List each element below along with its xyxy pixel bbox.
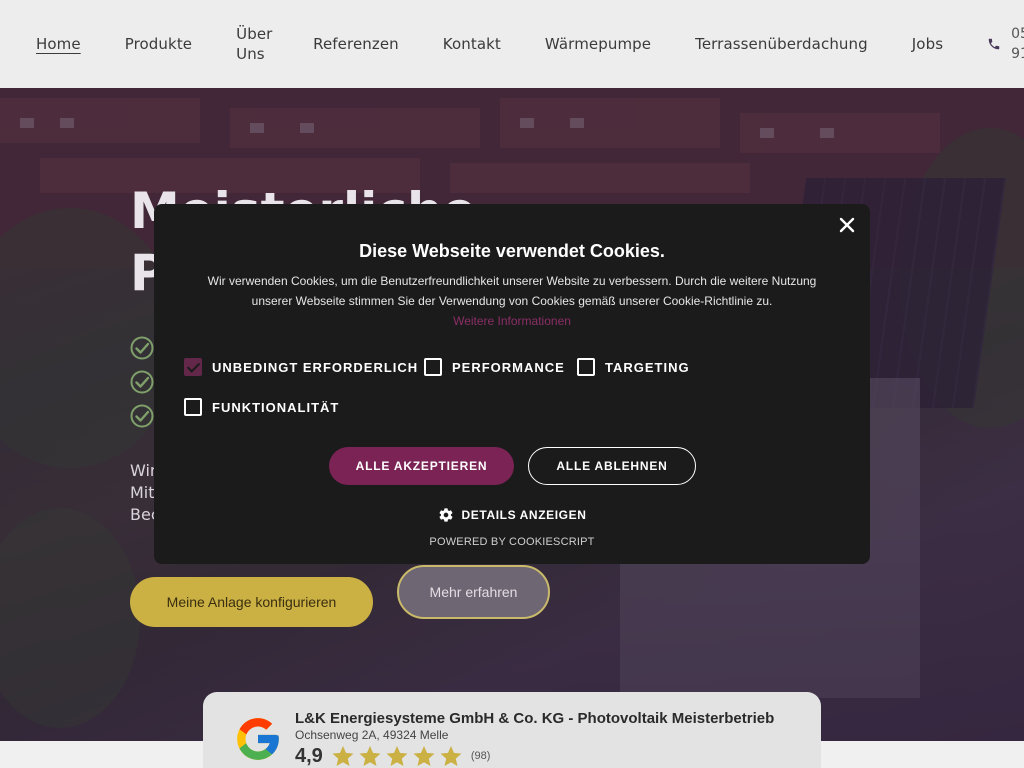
review-body: L&K Energiesysteme GmbH & Co. KG - Photo… (295, 710, 774, 768)
check-icon (130, 370, 154, 394)
checkbox-targeting[interactable]: TARGETING (577, 358, 690, 376)
star-icon (413, 746, 435, 766)
checkbox-necessary-box[interactable] (184, 358, 202, 376)
company-name: L&K Energiesysteme GmbH & Co. KG - Photo… (295, 710, 775, 727)
checkbox-necessary[interactable]: UNBEDINGT ERFORDERLICH (184, 358, 418, 376)
google-logo-icon (237, 718, 279, 760)
nav-referenzen[interactable]: Referenzen (313, 35, 399, 53)
checkbox-performance[interactable]: PERFORMANCE (424, 358, 565, 376)
nav-kontakt[interactable]: Kontakt (443, 35, 501, 53)
star-icon (332, 746, 354, 766)
nav-waermepumpe[interactable]: Wärmepumpe (545, 35, 651, 53)
learn-more-button[interactable]: Mehr erfahren (397, 565, 550, 619)
accept-all-button[interactable]: ALLE AKZEPTIEREN (329, 447, 514, 485)
gear-icon (439, 508, 453, 522)
nav-terrassenueberdachung[interactable]: Terrassenüberdachung (695, 35, 868, 53)
reject-all-button[interactable]: ALLE ABLEHNEN (528, 447, 696, 485)
powered-by[interactable]: POWERED BY COOKIESCRIPT (154, 536, 870, 548)
checkbox-performance-box[interactable] (424, 358, 442, 376)
cookie-description: Wir verwenden Cookies, um die Benutzerfr… (207, 274, 817, 308)
checkbox-functionality-box[interactable] (184, 398, 202, 416)
checkbox-targeting-box[interactable] (577, 358, 595, 376)
more-info-link[interactable]: Weitere Informationen (154, 314, 870, 328)
star-icon (386, 746, 408, 766)
nav-jobs[interactable]: Jobs (912, 35, 943, 53)
checkbox-targeting-label: TARGETING (605, 359, 690, 375)
star-icon (359, 746, 381, 766)
cookie-consent-dialog: Diese Webseite verwendet Cookies. Wir ve… (154, 204, 870, 564)
phone-line-1: 05422 (1011, 26, 1024, 42)
rating-value: 4,9 (295, 744, 323, 767)
checkbox-necessary-label: UNBEDINGT ERFORDERLICH (212, 359, 419, 375)
show-details-label: DETAILS ANZEIGEN (461, 508, 587, 522)
star-icon (440, 746, 462, 766)
show-details-button[interactable]: DETAILS ANZEIGEN (154, 507, 870, 523)
phone-link[interactable]: 05422 917191 (987, 24, 1024, 64)
nav-home[interactable]: Home (36, 35, 81, 53)
nav-ueber-uns[interactable]: Über Uns (236, 24, 272, 64)
check-icon (130, 336, 154, 360)
checkbox-performance-label: PERFORMANCE (452, 359, 565, 375)
checkbox-functionality-label: FUNKTIONALITÄT (212, 399, 340, 415)
checkbox-functionality[interactable]: FUNKTIONALITÄT (184, 398, 339, 416)
close-icon[interactable] (838, 216, 856, 234)
nav-produkte[interactable]: Produkte (125, 35, 192, 53)
google-review-card[interactable]: L&K Energiesysteme GmbH & Co. KG - Photo… (203, 692, 821, 768)
cookie-title: Diese Webseite verwendet Cookies. (359, 241, 665, 261)
phone-icon (988, 38, 1000, 50)
configure-system-button[interactable]: Meine Anlage konfigurieren (130, 577, 373, 627)
phone-number: 05422 917191 (1011, 24, 1024, 64)
company-address: Ochsenweg 2A, 49324 Melle (295, 728, 449, 742)
feature-list (130, 336, 154, 438)
review-count: (98) (470, 750, 491, 762)
check-icon (130, 404, 154, 428)
rating-row: 4,9 (98) (295, 744, 774, 768)
site-header: Home Produkte Über Uns Referenzen Kontak… (0, 0, 1024, 88)
phone-line-2: 917191 (1011, 46, 1024, 62)
